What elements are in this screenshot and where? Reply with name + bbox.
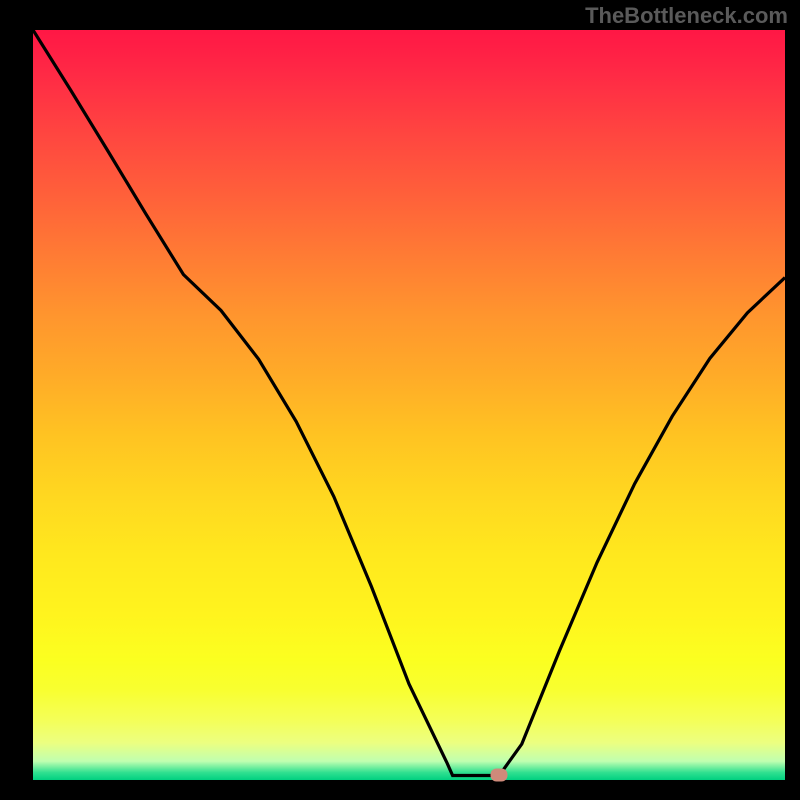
chart-marker: [491, 769, 508, 782]
chart-line-curve: [33, 30, 785, 780]
chart-plot-area: [33, 30, 785, 780]
watermark-text: TheBottleneck.com: [585, 3, 788, 29]
